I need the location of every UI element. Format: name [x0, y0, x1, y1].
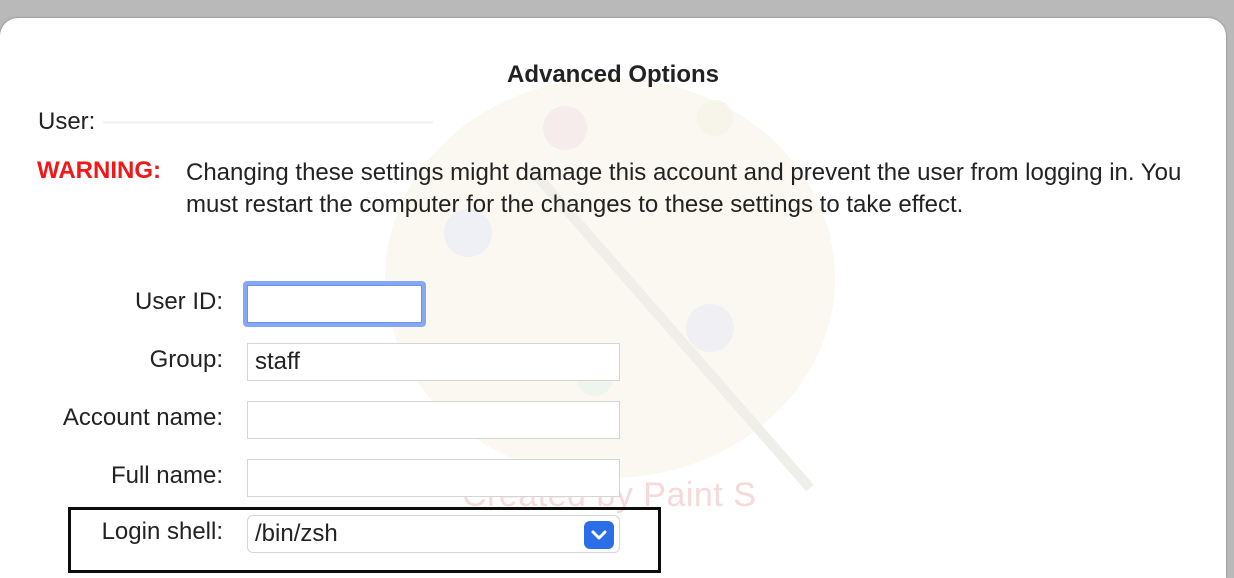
user-id-label: User ID: — [134, 288, 223, 315]
full-name-input[interactable] — [247, 459, 620, 497]
account-name-input[interactable] — [247, 401, 620, 439]
account-name-label: Account name: — [62, 404, 223, 431]
group-input[interactable]: staff — [247, 343, 620, 381]
user-id-input[interactable] — [243, 281, 426, 327]
login-shell-highlight-box — [68, 507, 661, 573]
group-label: Group: — [149, 346, 223, 373]
dialog-title: Advanced Options — [506, 61, 720, 88]
warning-text: Changing these settings might damage thi… — [186, 159, 1182, 218]
group-value: staff — [255, 348, 300, 375]
user-name-redacted — [103, 115, 434, 130]
full-name-label: Full name: — [110, 462, 223, 489]
user-label: User: — [38, 108, 96, 135]
advanced-options-dialog: Created by Paint S Advanced Options User… — [0, 18, 1226, 578]
warning-label: WARNING: — [37, 157, 161, 184]
user-line: User: — [38, 108, 434, 136]
